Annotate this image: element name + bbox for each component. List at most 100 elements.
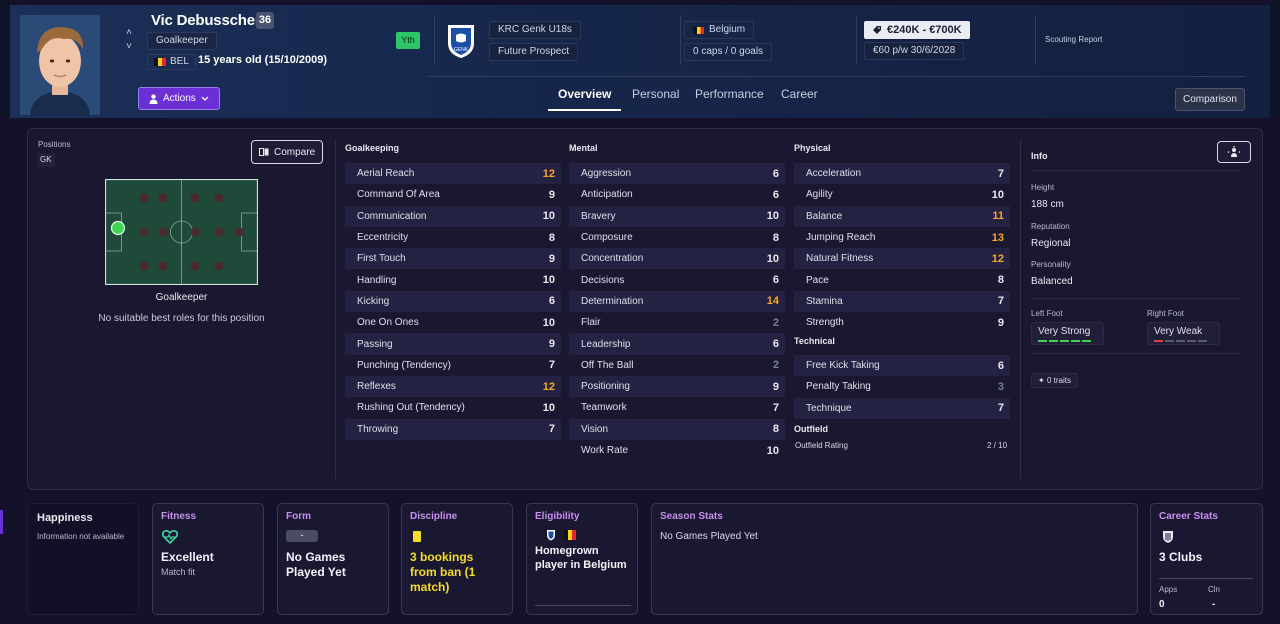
attribute-row[interactable]: Rushing Out (Tendency) 10 (345, 397, 561, 418)
foot-meter-segment (1198, 340, 1207, 342)
club-crest-icon[interactable]: GENK (446, 23, 476, 59)
attribute-row[interactable]: Vision 8 (569, 418, 785, 440)
eligibility-title: Eligibility (535, 511, 580, 522)
player-name: Vic Debusschere (151, 12, 269, 29)
season-stats-title: Season Stats (660, 511, 723, 522)
nationality-chip[interactable]: BEL (147, 54, 196, 70)
wage-chip: €60 p/w 30/6/2028 (864, 42, 965, 60)
attribute-row[interactable]: Agility 10 (794, 184, 1010, 205)
attribute-row[interactable]: Decisions 6 (569, 269, 785, 290)
career-stats-card[interactable]: Career Stats 3 Clubs Apps 0 Cln - (1150, 503, 1263, 615)
attribute-value: 9 (548, 188, 555, 201)
attribute-row[interactable]: Aerial Reach 12 (345, 163, 561, 185)
info-options-button[interactable] (1217, 141, 1251, 163)
attribute-row[interactable]: Technique 7 (794, 397, 1010, 419)
attribute-row[interactable]: Balance 11 (794, 205, 1010, 227)
attribute-value: 7 (772, 401, 779, 414)
attribute-row[interactable]: Kicking 6 (345, 290, 561, 313)
attribute-row[interactable]: Teamwork 7 (569, 397, 785, 418)
attribute-row[interactable]: Free Kick Taking 6 (794, 355, 1010, 377)
club-crest-icon (547, 530, 555, 541)
person-ring-icon (1227, 146, 1241, 157)
attribute-row[interactable]: One On Ones 10 (345, 312, 561, 333)
attribute-row[interactable]: Bravery 10 (569, 205, 785, 227)
attribute-row[interactable]: Reflexes 12 (345, 375, 561, 398)
attribute-row[interactable]: Natural Fitness 12 (794, 248, 1010, 270)
attribute-name: Punching (Tendency) (357, 359, 451, 371)
attribute-row[interactable]: Pace 8 (794, 269, 1010, 290)
country-name: Belgium (709, 24, 746, 35)
fitness-card[interactable]: Fitness Excellent Match fit (152, 503, 264, 615)
happiness-card: Happiness Information not available (27, 503, 139, 615)
right-foot-meter (1154, 340, 1207, 342)
chevron-down-icon[interactable]: ˅ (124, 41, 134, 52)
attribute-row[interactable]: Flair 2 (569, 312, 785, 333)
compare-button[interactable]: Compare (251, 140, 324, 164)
position-chip: Goalkeeper (147, 32, 217, 50)
attribute-row[interactable]: Anticipation 6 (569, 184, 785, 205)
chevron-up-icon[interactable]: ˄ (124, 27, 134, 38)
attribute-value: 2 (772, 359, 779, 372)
attribute-row[interactable]: Eccentricity 8 (345, 227, 561, 248)
attribute-row[interactable]: Concentration 10 (569, 248, 785, 270)
value-chip[interactable]: €240K - €700K (864, 21, 970, 39)
attribute-value: 7 (997, 167, 1004, 180)
column-divider (335, 139, 336, 479)
height-label: Height (1031, 183, 1055, 192)
club-name: KRC Genk U18s (498, 24, 572, 35)
attribute-row[interactable]: Communication 10 (345, 205, 561, 227)
attribute-value: 7 (548, 359, 555, 372)
attribute-value: 10 (766, 210, 779, 223)
physical-attributes: Acceleration 7 Agility 10 Balance 11 Jumping R… (794, 163, 1010, 333)
tab-overview[interactable]: Overview (558, 87, 611, 101)
tab-performance[interactable]: Performance (695, 87, 764, 101)
attribute-name: Balance (806, 210, 843, 222)
attribute-row[interactable]: Strength 9 (794, 312, 1010, 333)
position-chip-gk: GK (37, 153, 55, 167)
cln-label: Cln (1208, 585, 1221, 594)
attribute-row[interactable]: Command Of Area 9 (345, 184, 561, 205)
scouting-report-link[interactable]: Scouting Report (1045, 35, 1102, 44)
attribute-row[interactable]: Determination 14 (569, 290, 785, 313)
attribute-row[interactable]: Off The Ball 2 (569, 355, 785, 376)
form-chip: - (286, 530, 318, 542)
attribute-row[interactable]: Throwing 7 (345, 418, 561, 440)
attribute-row[interactable]: Leadership 6 (569, 333, 785, 355)
attribute-row[interactable]: Punching (Tendency) 7 (345, 355, 561, 376)
career-clubs: 3 Clubs (1159, 550, 1203, 564)
tab-personal[interactable]: Personal (632, 87, 679, 101)
attribute-row[interactable]: Handling 10 (345, 269, 561, 290)
actions-button[interactable]: Actions (138, 87, 220, 110)
foot-meter-segment (1165, 340, 1174, 342)
outfield-rating-value: 2 / 10 (987, 441, 1008, 450)
happiness-text: Information not available (37, 532, 125, 541)
right-foot-box: Very Weak (1147, 322, 1220, 345)
attribute-row[interactable]: Work Rate 10 (569, 440, 785, 461)
country-chip[interactable]: Belgium (684, 21, 755, 39)
youth-badge: Yth (396, 32, 420, 49)
attribute-name: Aerial Reach (357, 168, 415, 180)
attribute-row[interactable]: First Touch 9 (345, 248, 561, 270)
traits-chip[interactable]: ✦ 0 traits (1031, 373, 1078, 388)
attribute-row[interactable]: Positioning 9 (569, 375, 785, 398)
attribute-row[interactable]: Jumping Reach 13 (794, 227, 1010, 248)
club-name-chip[interactable]: KRC Genk U18s (489, 21, 581, 39)
outfield-rating-label: Outfield Rating (795, 441, 848, 450)
attribute-name: First Touch (357, 253, 406, 265)
attribute-row[interactable]: Penalty Taking 3 (794, 376, 1010, 397)
attribute-row[interactable]: Passing 9 (345, 333, 561, 355)
attribute-row[interactable]: Acceleration 7 (794, 163, 1010, 185)
info-separator (1031, 353, 1241, 354)
goalkeeping-title: Goalkeeping (345, 143, 400, 153)
tab-career[interactable]: Career (781, 87, 818, 101)
discipline-card[interactable]: Discipline 3 bookings from ban (1 match) (401, 503, 513, 615)
eligibility-card[interactable]: Eligibility Homegrown player in Belgium (526, 503, 638, 615)
attribute-row[interactable]: Aggression 6 (569, 163, 785, 185)
status-chip: Future Prospect (489, 43, 579, 61)
apps-value: 0 (1159, 599, 1165, 610)
form-card[interactable]: Form - No Games Played Yet (277, 503, 389, 615)
comparison-button[interactable]: Comparison (1175, 88, 1245, 111)
attribute-row[interactable]: Composure 8 (569, 227, 785, 248)
season-stats-card[interactable]: Season Stats No Games Played Yet (651, 503, 1138, 615)
attribute-row[interactable]: Stamina 7 (794, 290, 1010, 313)
